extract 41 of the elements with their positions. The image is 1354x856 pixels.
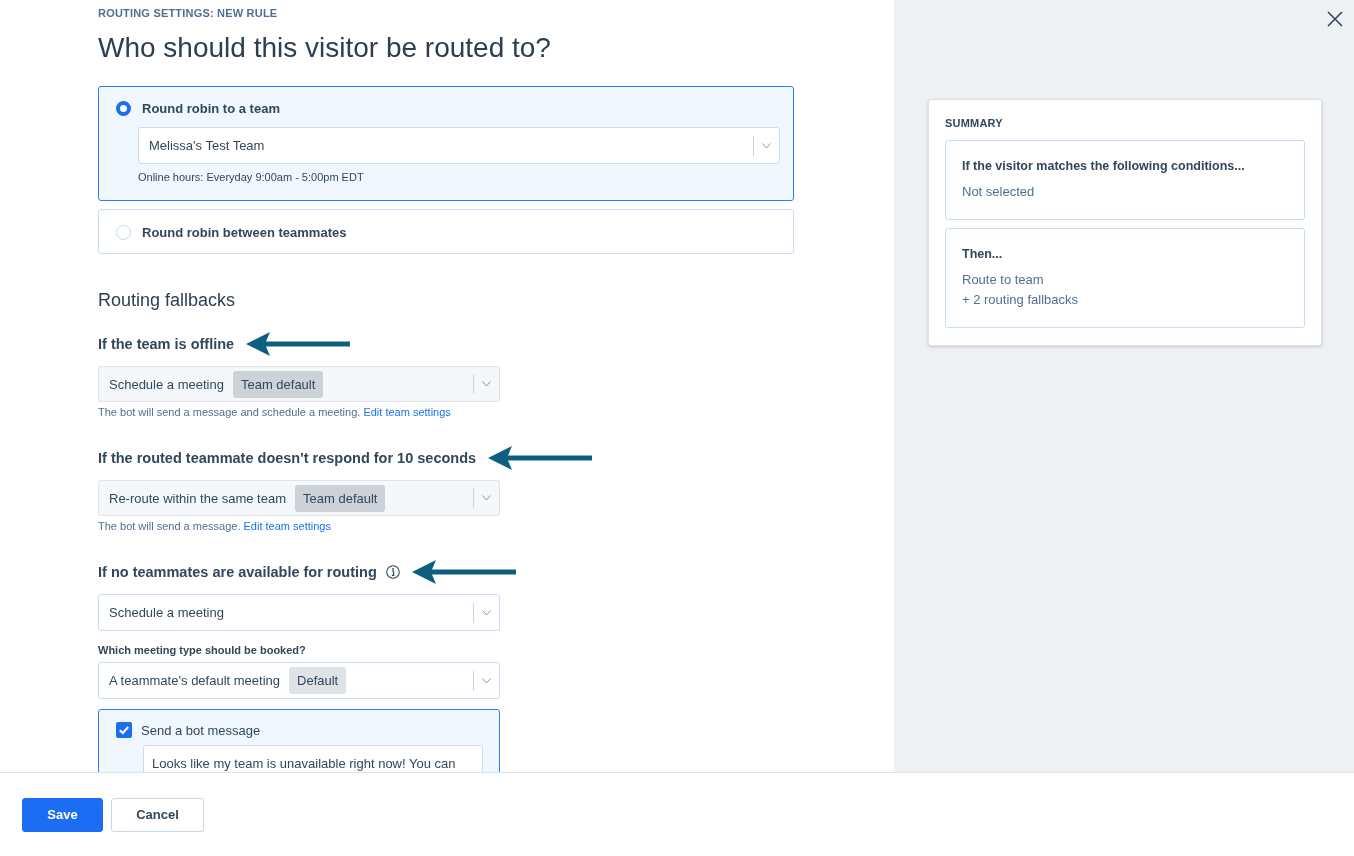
- checkbox-label: Send a bot message: [141, 722, 261, 738]
- edit-settings-link[interactable]: Edit team settings: [243, 520, 331, 532]
- summary-heading: Then...: [962, 246, 1004, 262]
- checkbox-icon[interactable]: [116, 722, 132, 738]
- option-label: Round robin between teammates: [142, 224, 347, 240]
- fallback-heading: If the routed teammate doesn't respond for 10 seconds: [98, 450, 477, 466]
- fallback-heading: If the team is offline: [98, 336, 235, 352]
- edit-settings-link[interactable]: Edit team settings: [363, 406, 451, 418]
- summary-title: SUMMARY: [945, 116, 1004, 130]
- cancel-button[interactable]: Cancel: [111, 797, 204, 832]
- message-field[interactable]: Looks like my team is unavailable right now! You can: [143, 745, 483, 772]
- chevron-down-icon: [482, 381, 491, 387]
- info-icon[interactable]: [385, 565, 400, 579]
- page-eyebrow: ROUTING SETTINGS: NEW RULE: [98, 6, 278, 20]
- default-tag: Team default: [232, 370, 324, 398]
- summary-text: + 2 routing fallbacks: [962, 291, 1079, 309]
- radio-icon[interactable]: [116, 100, 131, 116]
- option-card[interactable]: Round robin to a team Melissa's Test Team Online hours: Everyday 9:00am - 5:00pm EDT: [98, 86, 794, 201]
- help-text: The bot will send a message. Edit team settings: [98, 519, 331, 533]
- option-label: Round robin to a team: [142, 100, 280, 116]
- chevron-down-icon: [482, 609, 491, 616]
- default-tag: Team default: [295, 484, 386, 512]
- summary-text: Route to team: [962, 271, 1045, 289]
- default-tag: Default: [289, 667, 347, 694]
- summary-text: Not selected: [962, 183, 1036, 201]
- summary-heading: If the visitor matches the following conditions...: [962, 158, 1246, 174]
- chevron-down-icon: [762, 142, 771, 149]
- select-field[interactable]: Melissa's Test Team: [138, 127, 780, 164]
- select-field[interactable]: A teammate’s default meeting Default: [98, 662, 500, 699]
- field-label: Which meeting type should be booked?: [98, 643, 306, 657]
- section-title: Routing fallbacks: [98, 289, 236, 312]
- chevron-down-icon: [482, 495, 491, 501]
- close-icon[interactable]: [1327, 11, 1343, 27]
- chevron-down-icon: [482, 677, 491, 684]
- option-card[interactable]: Round robin between teammates: [98, 209, 794, 254]
- online-hours-note: Online hours: Everyday 9:00am - 5:00pm EDT: [138, 170, 365, 184]
- save-button[interactable]: Save: [22, 797, 103, 832]
- page-title: Who should this visitor be routed to?: [98, 32, 551, 64]
- select-field[interactable]: Schedule a meeting: [98, 594, 500, 631]
- fallback-heading: If no teammates are available for routing: [98, 564, 377, 580]
- help-text: The bot will send a message and schedule a meeting. Edit team settings: [98, 405, 451, 419]
